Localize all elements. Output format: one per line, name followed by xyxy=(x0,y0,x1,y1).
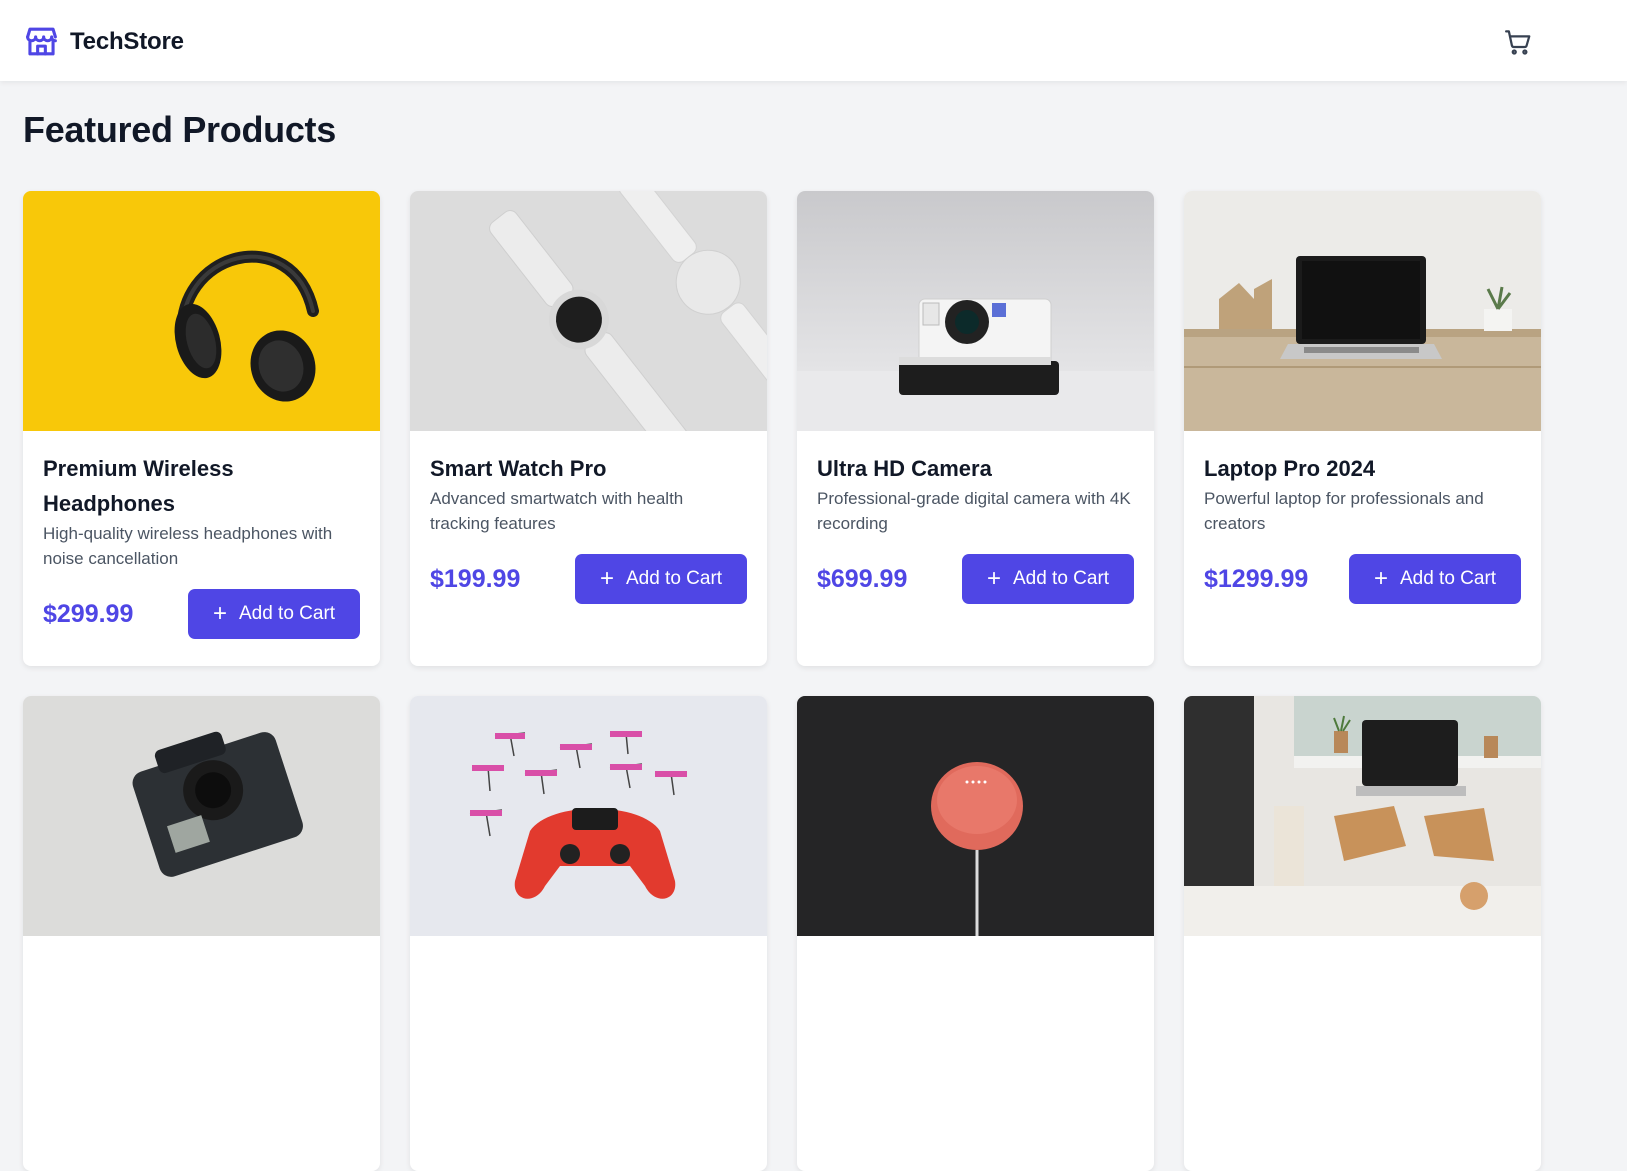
product-card xyxy=(797,696,1154,1171)
product-description: Advanced smartwatch with health tracking… xyxy=(430,489,684,533)
store-icon xyxy=(26,27,57,56)
page-title: Featured Products xyxy=(23,109,336,150)
add-to-cart-button[interactable]: + Add to Cart xyxy=(1349,554,1521,604)
game-controller-image[interactable] xyxy=(410,696,767,936)
brand-name: TechStore xyxy=(70,27,184,55)
plus-icon: + xyxy=(599,565,614,592)
plus-icon: + xyxy=(212,600,227,627)
product-name: Ultra HD Camera xyxy=(817,456,992,481)
product-card xyxy=(23,696,380,1171)
cart-button[interactable] xyxy=(1502,26,1534,58)
headphones-image[interactable] xyxy=(23,191,380,431)
product-description: Powerful laptop for professionals and cr… xyxy=(1204,489,1484,533)
product-price: $1299.99 xyxy=(1204,564,1309,593)
product-card xyxy=(410,696,767,1171)
product-name: Smart Watch Pro xyxy=(430,456,607,481)
add-to-cart-button[interactable]: + Add to Cart xyxy=(188,589,360,639)
product-card: Laptop Pro 2024 Powerful laptop for prof… xyxy=(1184,191,1541,666)
add-to-cart-button[interactable]: + Add to Cart xyxy=(962,554,1134,604)
brand[interactable]: TechStore xyxy=(23,23,184,60)
product-card: Smart Watch Pro Advanced smartwatch with… xyxy=(410,191,767,666)
product-description: High-quality wireless headphones with no… xyxy=(43,524,333,568)
plus-icon: + xyxy=(1373,565,1388,592)
smart-speaker-image[interactable] xyxy=(797,696,1154,936)
camera-image[interactable] xyxy=(797,191,1154,431)
product-name: Laptop Pro 2024 xyxy=(1204,456,1376,481)
add-to-cart-button[interactable]: + Add to Cart xyxy=(575,554,747,604)
product-grid: Premium Wireless Headphones High-quality… xyxy=(23,191,1541,1171)
add-to-cart-label: Add to Cart xyxy=(238,603,336,624)
product-name: Premium Wireless Headphones xyxy=(43,456,234,516)
add-to-cart-label: Add to Cart xyxy=(1399,568,1497,589)
top-navigation-bar: TechStore xyxy=(0,0,1627,81)
add-to-cart-label: Add to Cart xyxy=(625,568,723,589)
laptop-image[interactable] xyxy=(1184,191,1541,431)
product-price: $199.99 xyxy=(430,564,521,593)
product-card: Ultra HD Camera Professional-grade digit… xyxy=(797,191,1154,666)
product-price: $699.99 xyxy=(817,564,908,593)
product-card: Premium Wireless Headphones High-quality… xyxy=(23,191,380,666)
action-camera-image[interactable] xyxy=(23,696,380,936)
product-description: Professional-grade digital camera with 4… xyxy=(817,489,1131,533)
smartwatch-image[interactable] xyxy=(410,191,767,431)
workspace-laptop-image[interactable] xyxy=(1184,696,1541,936)
product-card xyxy=(1184,696,1541,1171)
add-to-cart-label: Add to Cart xyxy=(1012,568,1110,589)
product-price: $299.99 xyxy=(43,599,134,628)
plus-icon: + xyxy=(986,565,1001,592)
cart-icon xyxy=(1505,30,1531,55)
